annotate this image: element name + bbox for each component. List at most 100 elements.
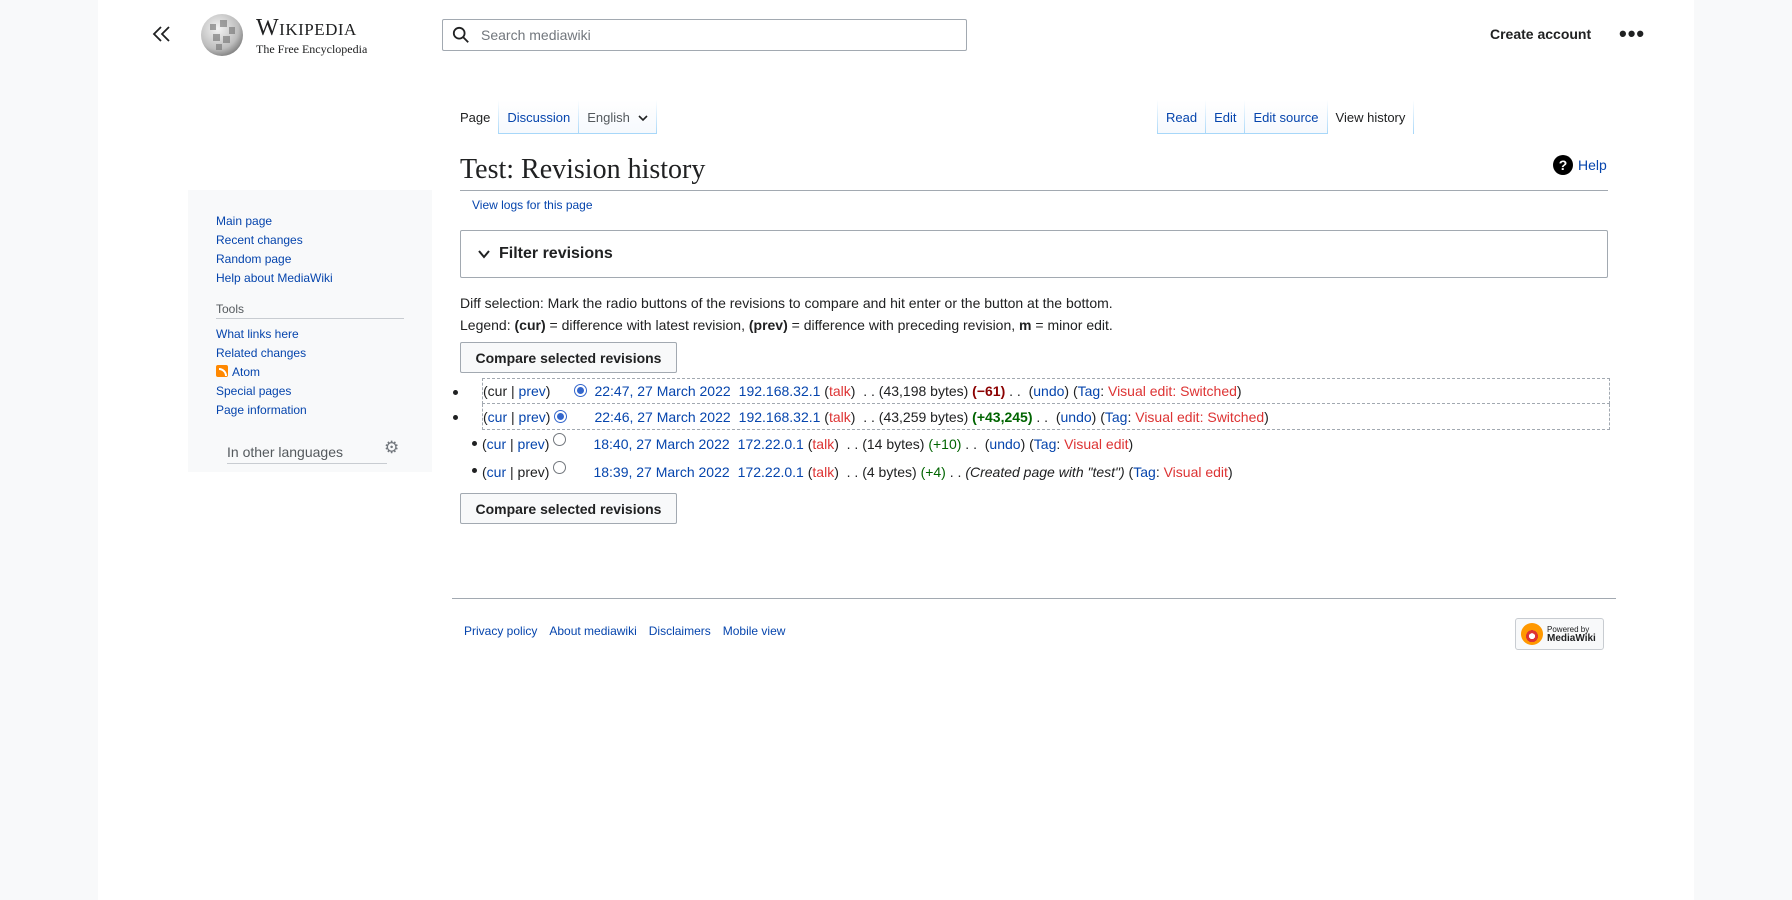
legend-prefix: Legend: <box>460 317 511 333</box>
user-link[interactable]: 192.168.32.1 <box>739 409 821 425</box>
undo-link[interactable]: undo <box>1061 409 1092 425</box>
diff-radio[interactable] <box>553 432 567 446</box>
tag-prefix-link[interactable]: Tag <box>1133 464 1156 480</box>
gear-icon[interactable]: ⚙ <box>384 438 399 458</box>
revision-row: (cur | prev) 18:40, 27 March 2022 172.22… <box>472 430 1610 457</box>
filter-revisions-panel[interactable]: Filter revisions <box>460 230 1608 278</box>
sidebar-item-help[interactable]: Help about MediaWiki <box>216 269 333 288</box>
revision-date-link[interactable]: 18:39, 27 March 2022 <box>593 464 729 480</box>
sidebar-item-special-pages[interactable]: Special pages <box>216 382 307 401</box>
revision-row: (cur | prev) 22:46, 27 March 2022 192.16… <box>453 404 1610 430</box>
diff-old-radio[interactable] <box>574 384 588 397</box>
languages-heading: In other languages <box>227 444 387 464</box>
compare-revisions-button-top[interactable]: Compare selected revisions <box>460 342 677 373</box>
revision-date-link[interactable]: 22:46, 27 March 2022 <box>594 409 730 425</box>
tag-prefix-link[interactable]: Tag <box>1078 383 1101 399</box>
sidebar-item-random-page[interactable]: Random page <box>216 250 333 269</box>
revision-date-link[interactable]: 22:47, 27 March 2022 <box>594 383 730 399</box>
tab-page[interactable]: Page <box>452 100 499 134</box>
wordmark-title: Wikipedia <box>256 14 357 41</box>
sidebar-item-recent-changes[interactable]: Recent changes <box>216 231 333 250</box>
collapse-sidebar-icon[interactable] <box>150 22 174 46</box>
tag-link[interactable]: Visual edit: Switched <box>1108 383 1237 399</box>
undo-link[interactable]: undo <box>989 436 1020 452</box>
legend-text: Legend: (cur) = difference with latest r… <box>460 314 1113 336</box>
sidebar-item-main-page[interactable]: Main page <box>216 212 333 231</box>
tab-edit-source[interactable]: Edit source <box>1245 100 1327 134</box>
footer-about[interactable]: About mediawiki <box>549 624 636 638</box>
more-options-icon[interactable]: ••• <box>1619 23 1645 45</box>
talk-link[interactable]: talk <box>829 383 851 399</box>
search-box[interactable] <box>442 19 967 51</box>
prev-link[interactable]: prev <box>519 383 546 399</box>
tab-view-history[interactable]: View history <box>1327 100 1414 134</box>
footer-divider <box>452 598 1616 599</box>
tag-prefix-link[interactable]: Tag <box>1034 436 1057 452</box>
talk-link[interactable]: talk <box>812 436 834 452</box>
tab-separator <box>655 100 657 134</box>
undo-link[interactable]: undo <box>1033 383 1064 399</box>
cur-link[interactable]: cur <box>487 436 506 452</box>
revision-size: (14 bytes) <box>862 435 925 452</box>
talk-link[interactable]: talk <box>812 464 834 480</box>
revision-size: (43,259 bytes) <box>878 408 969 425</box>
sidebar-item-what-links-here[interactable]: What links here <box>216 325 307 344</box>
tag-link[interactable]: Visual edit <box>1164 464 1228 480</box>
revision-list: (cur | prev) 22:47, 27 March 2022 192.16… <box>453 378 1610 486</box>
cur-link[interactable]: cur <box>487 464 506 480</box>
chevron-down-icon <box>478 250 490 259</box>
powered-by-mediawiki-badge[interactable]: Powered by MediaWiki <box>1515 618 1604 650</box>
title-divider <box>460 190 1608 191</box>
revision-date-link[interactable]: 18:40, 27 March 2022 <box>593 436 729 452</box>
diff-radio[interactable] <box>553 460 567 474</box>
prev-link[interactable]: prev <box>518 436 545 452</box>
talk-link[interactable]: talk <box>829 409 851 425</box>
wordmark-tagline: The Free Encyclopedia <box>256 41 368 56</box>
revision-size: (43,198 bytes) <box>878 383 969 399</box>
sidebar-item-atom[interactable]: Atom <box>216 363 307 382</box>
tab-discussion[interactable]: Discussion <box>499 100 579 134</box>
view-logs-link[interactable]: View logs for this page <box>472 198 593 212</box>
list-bullet <box>453 390 458 395</box>
user-link[interactable]: 172.22.0.1 <box>738 464 804 480</box>
rss-feed-icon <box>216 365 228 377</box>
legend-m: m <box>1019 317 1032 333</box>
footer-mobile-view[interactable]: Mobile view <box>723 624 786 638</box>
mediawiki-logo-icon <box>1521 623 1543 645</box>
create-account-link[interactable]: Create account <box>1490 26 1591 42</box>
user-link[interactable]: 192.168.32.1 <box>739 383 821 399</box>
cur-label: cur <box>487 383 508 399</box>
revision-row: (cur | prev) 22:47, 27 March 2022 192.16… <box>453 378 1610 404</box>
help-link[interactable]: ? Help <box>1553 155 1607 175</box>
footer-privacy-policy[interactable]: Privacy policy <box>464 624 537 638</box>
tab-read[interactable]: Read <box>1158 100 1206 134</box>
language-dropdown[interactable]: English <box>579 100 656 134</box>
tag-link[interactable]: Visual edit <box>1064 436 1128 452</box>
cur-link[interactable]: cur <box>488 409 507 425</box>
filter-revisions-label: Filter revisions <box>499 245 613 262</box>
search-icon[interactable] <box>443 26 479 44</box>
tag-link[interactable]: Visual edit: Switched <box>1135 409 1264 425</box>
legend-cur: (cur) <box>514 317 546 333</box>
tab-edit[interactable]: Edit <box>1206 100 1245 134</box>
sidebar-item-related-changes[interactable]: Related changes <box>216 344 307 363</box>
sidebar: Main page Recent changes Random page Hel… <box>188 190 432 472</box>
search-input[interactable] <box>479 26 966 44</box>
sidebar-item-page-information[interactable]: Page information <box>216 401 307 420</box>
footer-disclaimers[interactable]: Disclaimers <box>649 624 711 638</box>
legend-m-text: = minor edit. <box>1035 317 1113 333</box>
prev-link[interactable]: prev <box>519 409 546 425</box>
tools-heading: Tools <box>216 302 404 319</box>
chevron-down-icon <box>637 110 648 125</box>
user-link[interactable]: 172.22.0.1 <box>738 436 804 452</box>
diff-new-radio[interactable] <box>554 409 568 423</box>
tab-separator <box>1413 100 1415 134</box>
compare-revisions-button-bottom[interactable]: Compare selected revisions <box>460 493 677 524</box>
history-instructions: Diff selection: Mark the radio buttons o… <box>460 292 1113 336</box>
size-diff: (−61) <box>972 383 1006 399</box>
legend-cur-text: = difference with latest revision, <box>549 317 745 333</box>
size-diff: (+43,245) <box>972 408 1033 425</box>
tag-prefix-link[interactable]: Tag <box>1105 409 1128 425</box>
namespace-tabs: Page Discussion English <box>452 100 657 134</box>
site-logo[interactable]: Wikipedia The Free Encyclopedia <box>196 12 367 58</box>
